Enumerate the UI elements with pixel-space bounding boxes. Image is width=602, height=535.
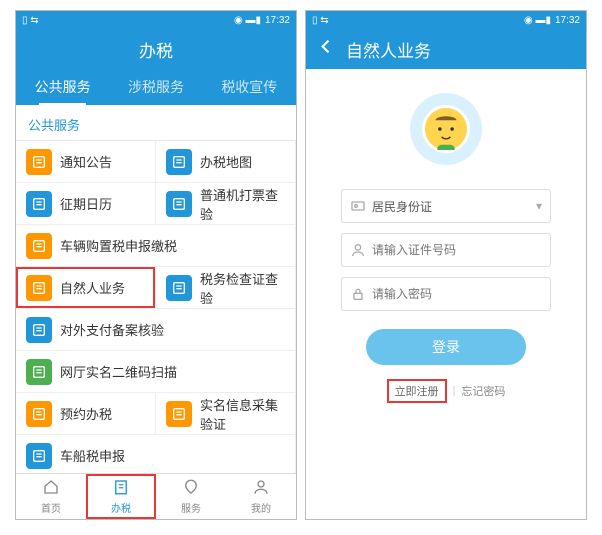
avatar-face-icon <box>422 105 470 153</box>
login-links: 立即注册 | 忘记密码 <box>387 379 506 403</box>
service-label: 办税地图 <box>200 152 252 171</box>
signal-icon: ▯ ⇆ <box>22 15 39 26</box>
service-icon <box>166 401 192 427</box>
status-bar: ▯ ⇆ ◉ ▬▮ 17:32 <box>306 11 586 29</box>
service-item-0[interactable]: 通知公告 <box>16 141 156 183</box>
service-item-9[interactable]: 预约办税 <box>16 393 156 435</box>
nav-label: 我的 <box>251 500 271 515</box>
password-input[interactable] <box>341 277 551 311</box>
service-icon <box>26 149 52 175</box>
id-number-input[interactable] <box>341 233 551 267</box>
id-type-value: 居民身份证 <box>372 198 536 215</box>
nav-icon <box>252 478 270 499</box>
service-icon <box>26 275 52 301</box>
service-label: 通知公告 <box>60 152 112 171</box>
password-field[interactable] <box>372 287 542 301</box>
status-bar: ▯ ⇆ ◉ ▬▮ 17:32 <box>16 11 296 29</box>
service-label: 车辆购置税申报缴税 <box>60 236 177 255</box>
page-title: 自然人业务 <box>346 37 431 62</box>
service-label: 实名信息采集验证 <box>200 395 285 433</box>
service-icon <box>26 443 52 469</box>
nav-item-3[interactable]: 我的 <box>226 474 296 519</box>
forgot-password-link[interactable]: 忘记密码 <box>461 383 505 399</box>
chevron-down-icon: ▾ <box>536 199 542 213</box>
service-icon <box>26 317 52 343</box>
content-scroll[interactable]: 公共服务 通知公告 办税地图征期日历 普通机打票查验车辆购置税申报缴税自然人业务 税务… <box>16 105 296 473</box>
tab-1[interactable]: 涉税服务 <box>109 77 202 105</box>
service-item-10[interactable]: 实名信息采集验证 <box>156 393 296 435</box>
service-icon <box>166 191 192 217</box>
service-icon <box>26 191 52 217</box>
tab-2[interactable]: 税收宣传 <box>203 77 296 105</box>
id-type-select[interactable]: 居民身份证 ▾ <box>341 189 551 223</box>
service-label: 预约办税 <box>60 404 112 423</box>
service-label: 征期日历 <box>60 194 112 213</box>
signal-icon: ▯ ⇆ <box>312 15 329 26</box>
service-label: 车船税申报 <box>60 446 125 465</box>
nav-icon <box>112 478 130 499</box>
tab-0[interactable]: 公共服务 <box>16 77 109 105</box>
section-title-public: 公共服务 <box>16 105 296 141</box>
service-grid: 通知公告 办税地图征期日历 普通机打票查验车辆购置税申报缴税自然人业务 税务检查证查验… <box>16 141 296 473</box>
service-icon <box>166 149 192 175</box>
nav-label: 首页 <box>41 500 61 515</box>
phone-right: ▯ ⇆ ◉ ▬▮ 17:32 自然人业务 居民身份证 ▾ <box>305 10 587 520</box>
status-time: 17:32 <box>555 15 580 26</box>
nav-label: 办税 <box>111 500 131 515</box>
service-item-4[interactable]: 车辆购置税申报缴税 <box>16 225 296 267</box>
avatar <box>410 93 482 165</box>
top-tabs: 公共服务涉税服务税收宣传 <box>16 69 296 105</box>
nav-icon <box>42 478 60 499</box>
phone-left: ▯ ⇆ ◉ ▬▮17:32 办税 公共服务涉税服务税收宣传 公共服务 通知公告办… <box>15 10 297 520</box>
nav-icon <box>182 478 200 499</box>
service-item-7[interactable]: 对外支付备案核验 <box>16 309 296 351</box>
service-label: 税务检查证查验 <box>200 269 285 307</box>
bottom-nav: 首页 办税 服务 我的 <box>16 473 296 519</box>
header: 办税 <box>16 29 296 69</box>
battery-icon: ◉ ▬▮ <box>524 15 551 26</box>
service-label: 网厅实名二维码扫描 <box>60 362 177 381</box>
login-form: 居民身份证 ▾ 登录 立即注册 | 忘记密码 <box>306 69 586 519</box>
service-icon <box>26 233 52 259</box>
service-label: 自然人业务 <box>60 278 125 297</box>
id-number-field[interactable] <box>372 243 542 257</box>
user-icon <box>350 242 366 258</box>
battery-icon: ◉ ▬▮ <box>234 15 261 26</box>
register-link[interactable]: 立即注册 <box>387 379 447 403</box>
separator: | <box>453 385 456 397</box>
header: 自然人业务 <box>306 29 586 69</box>
service-item-3[interactable]: 普通机打票查验 <box>156 183 296 225</box>
service-item-11[interactable]: 车船税申报 <box>16 435 296 473</box>
service-item-8[interactable]: 网厅实名二维码扫描 <box>16 351 296 393</box>
login-button[interactable]: 登录 <box>366 329 526 365</box>
service-item-5[interactable]: 自然人业务 <box>16 267 156 309</box>
service-icon <box>26 401 52 427</box>
nav-item-2[interactable]: 服务 <box>156 474 226 519</box>
service-label: 普通机打票查验 <box>200 185 285 223</box>
service-icon <box>26 359 52 385</box>
nav-label: 服务 <box>181 500 201 515</box>
nav-item-0[interactable]: 首页 <box>16 474 86 519</box>
nav-item-1[interactable]: 办税 <box>86 474 156 519</box>
back-button[interactable] <box>316 37 336 62</box>
lock-icon <box>350 286 366 302</box>
service-label: 对外支付备案核验 <box>60 320 164 339</box>
status-time: 17:32 <box>265 15 290 26</box>
service-item-2[interactable]: 征期日历 <box>16 183 156 225</box>
service-icon <box>166 275 192 301</box>
id-card-icon <box>350 198 366 214</box>
page-title: 办税 <box>139 37 173 62</box>
service-item-1[interactable]: 办税地图 <box>156 141 296 183</box>
service-item-6[interactable]: 税务检查证查验 <box>156 267 296 309</box>
